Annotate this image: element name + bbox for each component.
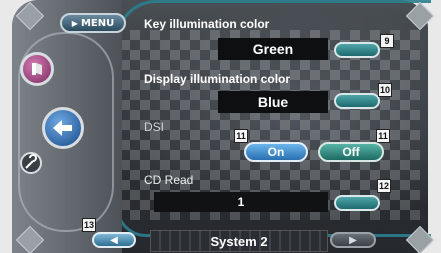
right-arrow-icon: ▶ xyxy=(349,234,357,246)
menu-button[interactable]: ▶ MENU xyxy=(60,13,126,33)
audio-source-button[interactable] xyxy=(20,52,54,86)
next-page-button[interactable]: ▶ xyxy=(330,232,376,248)
page-title: System 2 xyxy=(210,233,268,249)
cd-read-label: CD Read xyxy=(144,173,194,187)
return-button[interactable] xyxy=(42,107,84,149)
page-title-bar: System 2 xyxy=(150,230,328,252)
callout-badge: 12 xyxy=(377,179,391,193)
menu-label: MENU xyxy=(80,17,115,29)
cd-read-edit-button[interactable] xyxy=(334,195,380,211)
key-illumination-edit-button[interactable] xyxy=(334,42,380,58)
screen: ▶ MENU Key illumination color Green 9 Di… xyxy=(0,0,441,253)
callout-badge: 11 xyxy=(234,129,248,143)
dsi-on-button[interactable]: On xyxy=(244,142,308,162)
setup-button[interactable] xyxy=(20,152,42,174)
previous-page-button[interactable]: ◀ xyxy=(92,232,136,248)
display-illumination-value: Blue xyxy=(218,91,328,113)
key-illumination-value: Green xyxy=(218,38,328,60)
display-illumination-label: Display illumination color xyxy=(144,72,291,86)
callout-badge: 13 xyxy=(82,218,96,232)
callout-badge: 11 xyxy=(376,129,390,143)
music-disc-icon xyxy=(32,63,42,75)
left-arrow-icon: ◀ xyxy=(110,234,118,246)
wrench-icon xyxy=(25,154,37,169)
dsi-label: DSI xyxy=(144,120,165,134)
dsi-off-button[interactable]: Off xyxy=(318,142,384,162)
display-illumination-edit-button[interactable] xyxy=(334,93,380,109)
cd-read-value: 1 xyxy=(154,192,328,212)
key-illumination-label: Key illumination color xyxy=(144,17,270,31)
menu-play-icon: ▶ xyxy=(71,18,78,28)
callout-badge: 9 xyxy=(380,34,394,48)
back-arrow-icon xyxy=(53,120,72,136)
callout-badge: 10 xyxy=(378,83,392,97)
